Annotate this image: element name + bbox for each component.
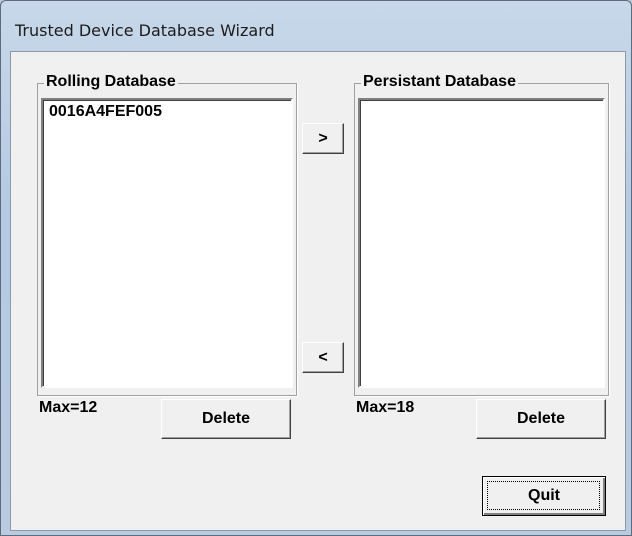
move-right-button[interactable]: > (302, 123, 344, 154)
window-title: Trusted Device Database Wizard (15, 21, 275, 40)
rolling-database-list[interactable]: 0016A4FEF005 (41, 98, 293, 388)
wizard-window: Trusted Device Database Wizard Rolling D… (0, 0, 632, 536)
persistant-delete-button[interactable]: Delete (476, 399, 606, 439)
move-right-label: > (318, 130, 328, 147)
title-bar[interactable]: Trusted Device Database Wizard (1, 1, 631, 51)
dialog-client-area: Rolling Database 0016A4FEF005 > < Persis… (10, 51, 626, 531)
quit-button[interactable]: Quit (482, 476, 606, 516)
persistant-database-title: Persistant Database (361, 72, 518, 92)
rolling-max-label: Max=12 (39, 399, 98, 416)
list-item[interactable]: 0016A4FEF005 (43, 100, 291, 122)
persistant-max-label: Max=18 (356, 399, 415, 416)
focus-ring (487, 481, 600, 510)
move-left-button[interactable]: < (302, 342, 344, 373)
persistant-database-list[interactable] (358, 98, 605, 388)
rolling-delete-label: Delete (201, 410, 251, 427)
rolling-database-title: Rolling Database (44, 72, 178, 92)
persistant-delete-label: Delete (516, 410, 566, 427)
move-left-label: < (318, 349, 328, 366)
rolling-delete-button[interactable]: Delete (161, 399, 291, 439)
